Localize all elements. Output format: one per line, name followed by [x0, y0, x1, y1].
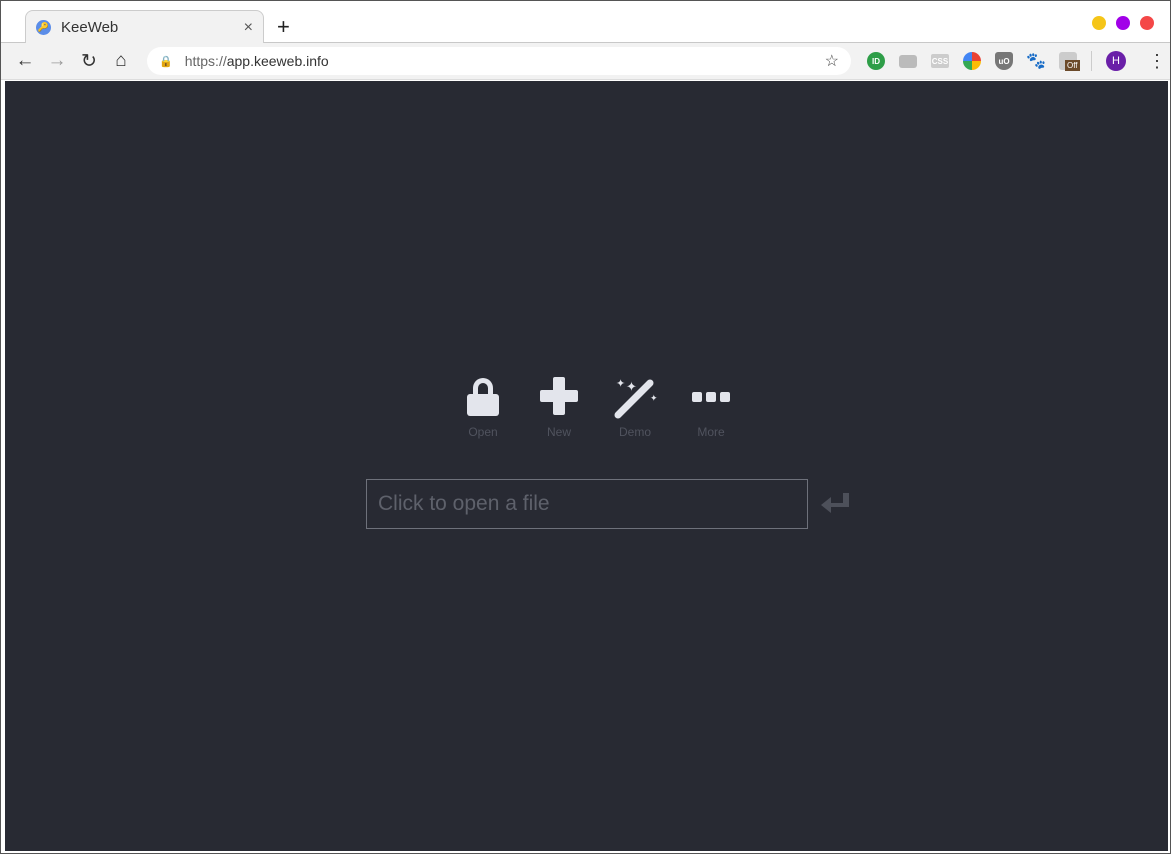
new-label: New	[546, 425, 571, 439]
new-button[interactable]: New	[521, 375, 597, 439]
home-button[interactable]: ⌂	[105, 50, 137, 72]
lock-icon: 🔒	[159, 55, 173, 68]
ellipsis-icon	[692, 392, 730, 402]
profile-avatar[interactable]: H	[1106, 51, 1126, 71]
pushbullet-extension-icon[interactable]: ID	[867, 52, 885, 70]
svg-text:✦: ✦	[616, 378, 625, 390]
enter-icon[interactable]	[819, 491, 851, 517]
key-icon: 🔑	[36, 20, 51, 35]
compass-extension-icon[interactable]	[963, 52, 981, 70]
close-tab-button[interactable]: ×	[244, 19, 253, 37]
open-actions: Open New ✦ ✦ ✦ Demo More	[445, 375, 749, 439]
off-badge: Off	[1065, 60, 1080, 71]
minimize-button[interactable]	[1092, 16, 1106, 30]
more-button[interactable]: More	[673, 375, 749, 439]
tab-title: KeeWeb	[61, 19, 119, 36]
open-label: Open	[468, 425, 498, 439]
address-bar[interactable]: 🔒 https:// app.keeweb.info ☆	[147, 47, 851, 75]
svg-text:✦: ✦	[626, 379, 637, 394]
reload-button[interactable]: ↻	[73, 50, 105, 73]
forward-button[interactable]: →	[41, 50, 73, 72]
open-button[interactable]: Open	[445, 375, 521, 439]
extensions: ID CSS uO 🐾 Off H ⋮	[867, 51, 1166, 72]
demo-label: Demo	[618, 425, 651, 439]
toolbar-divider	[1091, 51, 1092, 71]
open-file-input[interactable]	[366, 479, 808, 529]
gnome-extension-icon[interactable]: 🐾	[1026, 52, 1046, 70]
css-viewer-extension-icon[interactable]: CSS	[931, 54, 949, 68]
tab-strip: 🔑 KeeWeb × +	[1, 1, 1170, 44]
back-button[interactable]: ←	[9, 50, 41, 72]
svg-text:✦: ✦	[650, 393, 658, 403]
off-extension-icon[interactable]: Off	[1059, 52, 1080, 71]
magic-wand-icon: ✦ ✦✦	[614, 378, 658, 419]
lock-icon	[467, 378, 499, 416]
browser-toolbar: ← → ↻ ⌂ 🔒 https:// app.keeweb.info ☆ ID …	[1, 43, 1170, 80]
browser-menu-button[interactable]: ⋮	[1148, 51, 1166, 72]
url-scheme: https://	[184, 53, 227, 69]
keeweb-app: Open New ✦ ✦ ✦ Demo More	[5, 81, 1168, 851]
keyboard-extension-icon[interactable]	[899, 54, 917, 68]
new-tab-button[interactable]: +	[277, 14, 290, 40]
ublock-extension-icon[interactable]: uO	[995, 52, 1013, 70]
window-controls	[1092, 16, 1154, 30]
plus-icon	[540, 377, 578, 415]
tab-keeweb[interactable]: 🔑 KeeWeb ×	[25, 10, 264, 44]
close-window-button[interactable]	[1140, 16, 1154, 30]
demo-button[interactable]: ✦ ✦ ✦ Demo	[597, 375, 673, 439]
url-host: app.keeweb.info	[226, 53, 329, 69]
more-label: More	[697, 425, 725, 439]
maximize-button[interactable]	[1116, 16, 1130, 30]
bookmark-star-icon[interactable]: ☆	[825, 51, 839, 71]
